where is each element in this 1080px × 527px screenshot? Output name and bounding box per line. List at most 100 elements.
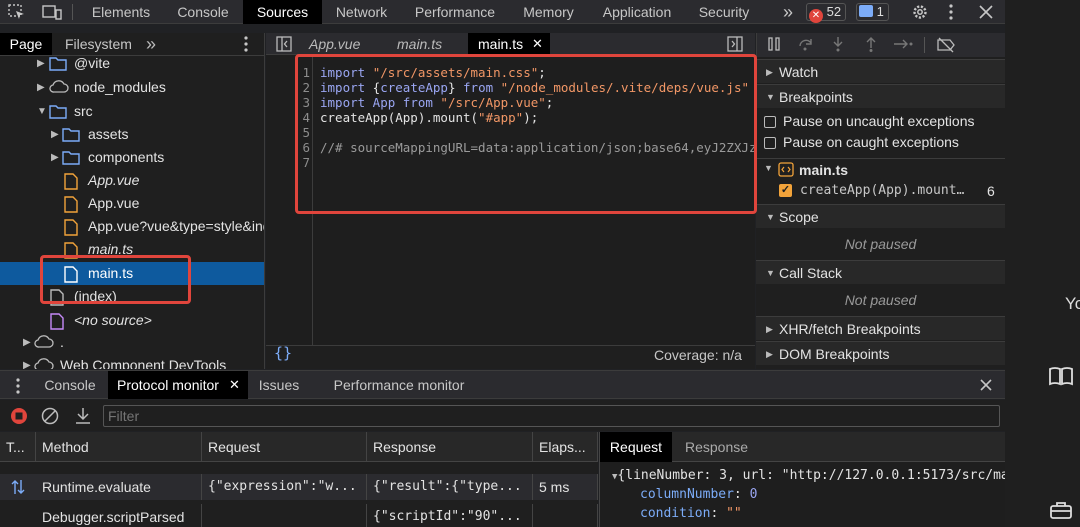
step-out-icon[interactable]	[865, 36, 877, 52]
request-prop-condition: condition: ""	[640, 506, 742, 521]
message-detail-pane: Request Response ▼{lineNumber: 3, url: "…	[599, 432, 1005, 527]
tab-performance[interactable]: Performance	[402, 0, 508, 24]
column-header-request[interactable]: Request	[202, 432, 367, 462]
tab-sources[interactable]: Sources	[243, 0, 322, 24]
clear-icon[interactable]	[41, 407, 59, 425]
close-tab-icon[interactable]: ✕	[229, 371, 240, 399]
xhr-breakpoints-section-header[interactable]: ▶ XHR/fetch Breakpoints	[756, 316, 1005, 340]
toolbox-icon[interactable]	[1049, 500, 1073, 520]
drawer-tab-issues[interactable]: Issues	[250, 371, 308, 399]
watch-section-header[interactable]: ▶ Watch	[756, 59, 1005, 83]
tree-item-src[interactable]: ▼ src	[0, 100, 264, 123]
editor-tab-app-vue[interactable]: App.vue	[309, 33, 360, 55]
cell-method: Debugger.scriptParsed	[36, 504, 202, 527]
folder-icon	[62, 127, 80, 142]
tab-memory[interactable]: Memory	[510, 0, 587, 24]
drawer-menu-icon[interactable]	[15, 378, 21, 394]
editor-tab-main-ts[interactable]: main.ts ✕	[468, 33, 550, 55]
call-stack-section-header[interactable]: ▼ Call Stack	[756, 260, 1005, 284]
gear-icon[interactable]	[911, 3, 929, 21]
tree-item-app-vue[interactable]: App.vue	[0, 192, 264, 215]
tree-item-no-source[interactable]: <no source>	[0, 309, 264, 332]
tree-item-app-vue-italic[interactable]: App.vue	[0, 169, 264, 192]
drawer-tabstrip: Console Protocol monitor ✕ Issues Perfor…	[0, 370, 1005, 399]
kebab-menu-icon[interactable]	[948, 4, 954, 20]
more-tabs-button[interactable]: »	[778, 0, 798, 24]
request-object-line[interactable]: ▼{lineNumber: 3, url: "http://127.0.0.1:…	[612, 468, 1005, 483]
table-row[interactable]: Runtime.evaluate {"expression":"w... {"r…	[0, 474, 598, 500]
expand-arrow-icon[interactable]: ▶	[23, 354, 31, 369]
protocol-monitor-toolbar	[0, 400, 1005, 431]
tab-console[interactable]: Console	[164, 0, 242, 24]
tree-item-node-modules[interactable]: ▶ node_modules	[0, 76, 264, 99]
expand-arrow-icon[interactable]: ▶	[37, 76, 45, 99]
drawer-tab-performance-monitor[interactable]: Performance monitor	[324, 371, 474, 399]
tab-elements[interactable]: Elements	[80, 0, 162, 24]
breakpoint-row[interactable]: ✓ createApp(App).mount("#app"); 6	[756, 180, 1005, 202]
tree-item-web-component-devtools[interactable]: ▶ Web Component DevTools	[0, 354, 264, 369]
expand-arrow-icon[interactable]: ▶	[51, 146, 59, 169]
download-icon[interactable]	[75, 407, 91, 425]
folder-icon	[62, 150, 80, 165]
tree-label: App.vue	[88, 195, 140, 211]
file-icon	[64, 196, 78, 213]
page-partial-text: Yo	[1065, 294, 1080, 313]
message-icon	[859, 5, 873, 17]
collapse-arrow-icon[interactable]: ▼	[37, 100, 47, 123]
tab-network[interactable]: Network	[324, 0, 399, 24]
device-toolbar-icon[interactable]	[42, 4, 62, 20]
table-row[interactable]: Debugger.scriptParsed {"scriptId":"90"..…	[0, 504, 598, 527]
scope-section-header[interactable]: ▼ Scope	[756, 204, 1005, 228]
step-over-icon[interactable]	[798, 37, 814, 51]
collapse-arrow-icon: ▼	[766, 268, 775, 278]
detail-tab-request[interactable]: Request	[600, 432, 672, 462]
breakpoint-checkbox-checked[interactable]: ✓	[779, 184, 792, 197]
pause-caught-checkbox[interactable]	[764, 137, 776, 149]
column-header-method[interactable]: Method	[36, 432, 202, 462]
deactivate-breakpoints-icon[interactable]	[936, 37, 956, 53]
close-devtools-icon[interactable]	[979, 5, 993, 19]
messages-badge[interactable]: 1	[856, 3, 889, 21]
debugger-toolbar	[756, 33, 1005, 57]
editor-tab-main-ts-italic[interactable]: main.ts	[397, 33, 442, 55]
pause-icon[interactable]	[767, 37, 781, 51]
step-into-icon[interactable]	[832, 36, 844, 52]
step-icon[interactable]	[893, 38, 913, 50]
drawer-tab-protocol-monitor[interactable]: Protocol monitor ✕	[108, 371, 248, 399]
tab-application[interactable]: Application	[590, 0, 684, 24]
close-drawer-icon[interactable]	[980, 379, 992, 391]
expand-arrow-icon[interactable]: ▶	[51, 123, 59, 146]
collapse-arrow-icon: ▼	[766, 92, 775, 102]
breakpoint-file-row[interactable]: ▼ main.ts	[756, 158, 1005, 180]
highlight-code-box	[295, 54, 757, 214]
expand-arrow-icon[interactable]: ▶	[23, 331, 31, 354]
book-icon[interactable]	[1048, 366, 1074, 386]
tree-item-dot[interactable]: ▶ .	[0, 331, 264, 354]
pause-uncaught-checkbox[interactable]	[764, 116, 776, 128]
close-tab-icon[interactable]: ✕	[532, 33, 543, 55]
errors-badge[interactable]: ✕ 52	[806, 3, 847, 23]
pretty-print-button[interactable]: {}	[274, 344, 292, 362]
tab-security[interactable]: Security	[688, 0, 760, 24]
column-header-type[interactable]: T...	[0, 432, 36, 462]
dom-breakpoints-section-header[interactable]: ▶ DOM Breakpoints	[756, 341, 1005, 365]
nav-kebab-icon[interactable]	[243, 36, 249, 52]
tree-item-components[interactable]: ▶ components	[0, 146, 264, 169]
breakpoints-section-header[interactable]: ▼ Breakpoints	[756, 84, 1005, 108]
drawer-tab-console[interactable]: Console	[35, 371, 105, 399]
column-header-elapsed[interactable]: Elaps...	[533, 432, 598, 462]
tree-item-app-vue-style[interactable]: App.vue?vue&type=style&index=0&lang.css	[0, 215, 264, 238]
tree-item-vite[interactable]: ▶ @vite	[0, 52, 264, 75]
inspect-element-icon[interactable]	[8, 4, 26, 20]
filter-input[interactable]	[103, 405, 1000, 427]
protocol-messages-grid: T... Method Request Response Elaps... Ru…	[0, 432, 598, 527]
record-stop-icon[interactable]	[10, 407, 28, 425]
tree-item-assets[interactable]: ▶ assets	[0, 123, 264, 146]
column-header-response[interactable]: Response	[367, 432, 533, 462]
toggle-debugger-icon[interactable]	[727, 36, 743, 52]
debugger-sidebar: ▶ Watch ▼ Breakpoints Pause on uncaught ex…	[756, 33, 1005, 369]
toggle-navigator-icon[interactable]	[276, 36, 292, 52]
breakpoint-code: createApp(App).mount("#app");	[800, 183, 968, 198]
expand-arrow-icon[interactable]: ▶	[37, 52, 45, 75]
detail-tab-response[interactable]: Response	[685, 432, 748, 462]
